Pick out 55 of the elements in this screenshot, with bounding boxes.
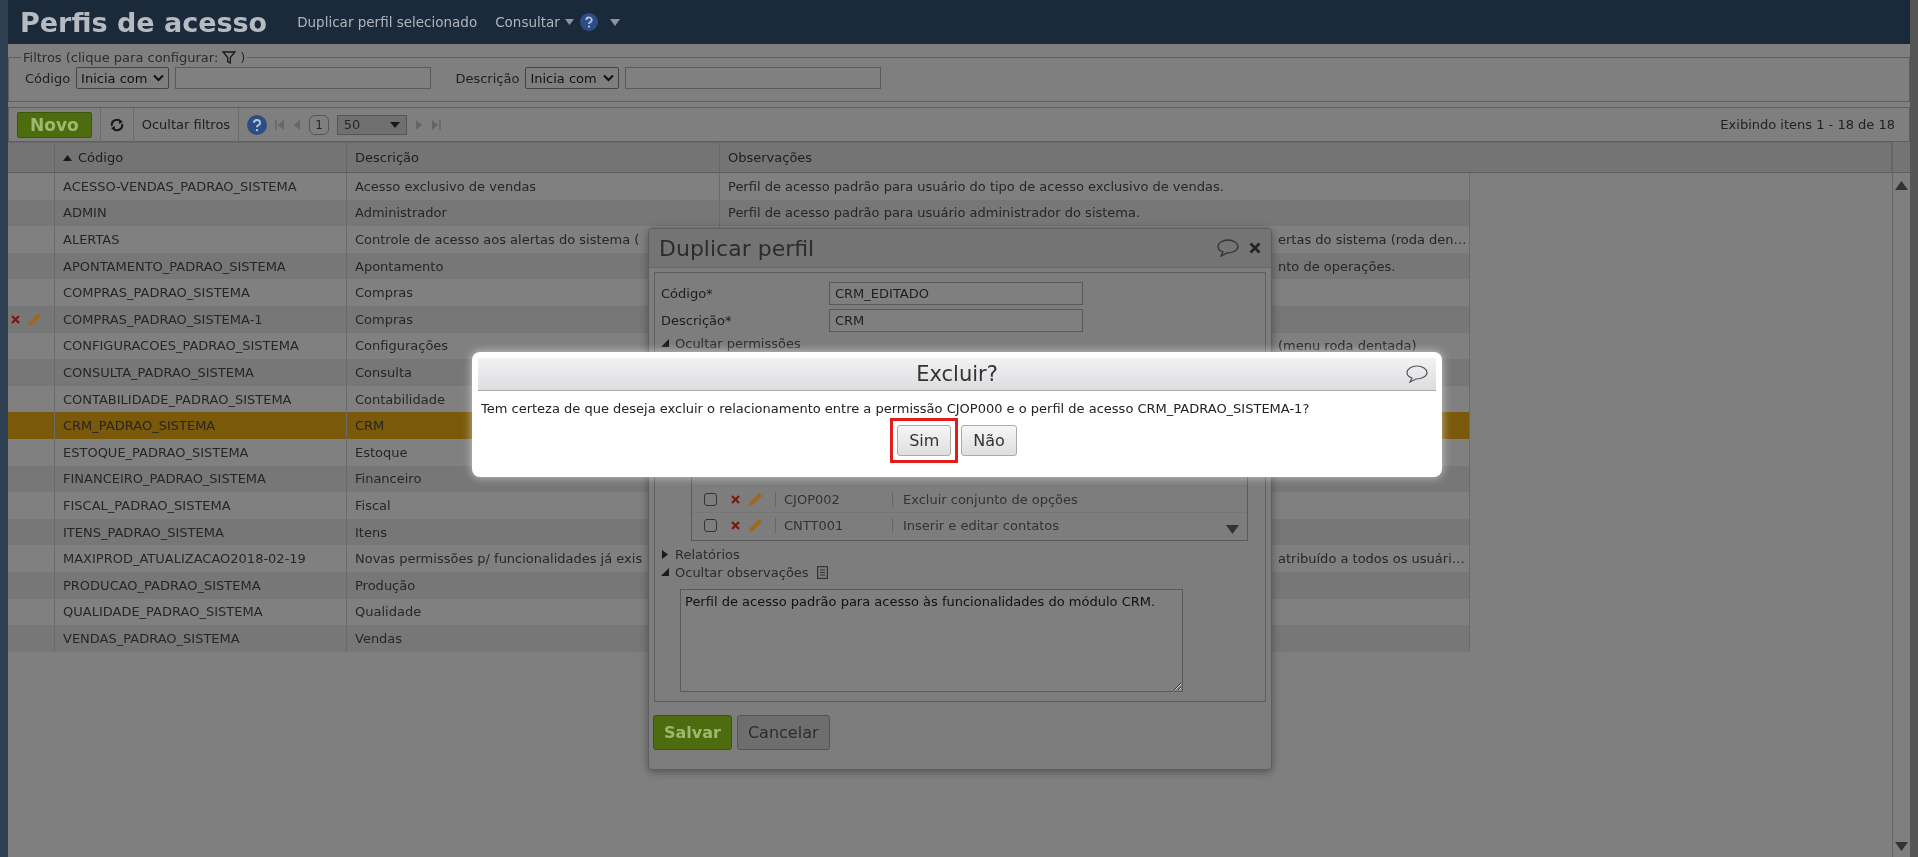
filters-legend-end: ) [240, 50, 246, 65]
code-cell: CONTABILIDADE_PADRAO_SISTEMA [63, 391, 292, 407]
code-cell: FISCAL_PADRAO_SISTEMA [63, 497, 231, 513]
code-cell: ADMIN [63, 205, 107, 221]
code-cell: APONTAMENTO_PADRAO_SISTEMA [63, 258, 286, 274]
code-cell: COMPRAS_PADRAO_SISTEMA [63, 285, 250, 301]
description-cell: CRM [355, 418, 385, 434]
description-cell: Financeiro [355, 471, 422, 487]
description-cell: Administrador [355, 205, 447, 221]
confirm-message: Tem certeza de que deseja excluir o relacionamento entre a permissão CJOP000 e o perfil de acesso CRM_PADRAO_SISTEMA-1? [480, 400, 1311, 416]
description-cell: Acesso exclusivo de vendas [355, 178, 537, 194]
field-label: Descrição* [661, 313, 733, 328]
code-cell: FINANCEIRO_PADRAO_SISTEMA [63, 471, 266, 487]
description-cell: Itens [355, 524, 387, 540]
description-cell: Controle de acesso aos alertas do sistema ( [355, 232, 640, 247]
description-cell: Compras [355, 311, 414, 327]
code-cell: ESTOQUE_PADRAO_SISTEMA [63, 444, 249, 460]
code-cell: QUALIDADE_PADRAO_SISTEMA [63, 604, 263, 620]
permission-code: CJOP002 [775, 492, 884, 507]
observation-cell: Perfil de acesso padrão para usuário administrador do sistema. [728, 205, 1141, 221]
observation-cell: ertas do sistema (roda den… [1278, 232, 1467, 247]
observation-cell: Perfil de acesso padrão para usuário do tipo de acesso exclusivo de vendas. [728, 178, 1224, 194]
description-cell: Fiscal [355, 497, 391, 513]
description-cell: Vendas [355, 630, 403, 646]
code-cell: CRM_PADRAO_SISTEMA [63, 418, 216, 434]
description-cell: Contabilidade [355, 391, 445, 407]
code-cell: ACESSO-VENDAS_PADRAO_SISTEMA [63, 178, 297, 194]
description-cell: Consulta [355, 364, 412, 380]
code-cell: CONFIGURACOES_PADRAO_SISTEMA [63, 338, 299, 354]
observation-cell: nto de operações. [1278, 258, 1396, 274]
filter-label: Código [25, 70, 71, 86]
confirm-title: Excluir? [916, 362, 998, 386]
field-label: Código* [661, 286, 714, 301]
code-cell: ITENS_PADRAO_SISTEMA [63, 524, 224, 540]
observation-cell: (menu roda dentada) [1278, 338, 1417, 354]
permission-code: CNTT001 [775, 518, 884, 533]
code-cell: ALERTAS [63, 232, 120, 247]
code-cell: CONSULTA_PADRAO_SISTEMA [63, 364, 254, 380]
description-cell: Estoque [355, 444, 408, 460]
page-title: Perfis de acesso [20, 6, 268, 38]
items-summary: Exibindo itens 1 - 18 de 18 [1720, 117, 1895, 132]
permission-description: Excluir conjunto de opções [892, 492, 1078, 507]
description-cell: Configurações [355, 338, 449, 354]
code-cell: VENDAS_PADRAO_SISTEMA [63, 630, 240, 646]
description-cell: Novas permissões p/ funcionalidades já exis [355, 551, 643, 567]
description-cell: Produção [355, 577, 416, 593]
observation-cell: atribuído a todos os usuári… [1278, 551, 1465, 567]
code-cell: MAXIPROD_ATUALIZACAO2018-02-19 [63, 551, 306, 567]
code-cell: COMPRAS_PADRAO_SISTEMA-1 [63, 311, 263, 327]
filter-label: Descrição [455, 70, 520, 86]
description-cell: Qualidade [355, 604, 422, 620]
description-cell: Apontamento [355, 258, 444, 274]
code-cell: PRODUCAO_PADRAO_SISTEMA [63, 577, 261, 593]
description-cell: Compras [355, 285, 414, 301]
permission-description: Inserir e editar contatos [892, 518, 1060, 533]
